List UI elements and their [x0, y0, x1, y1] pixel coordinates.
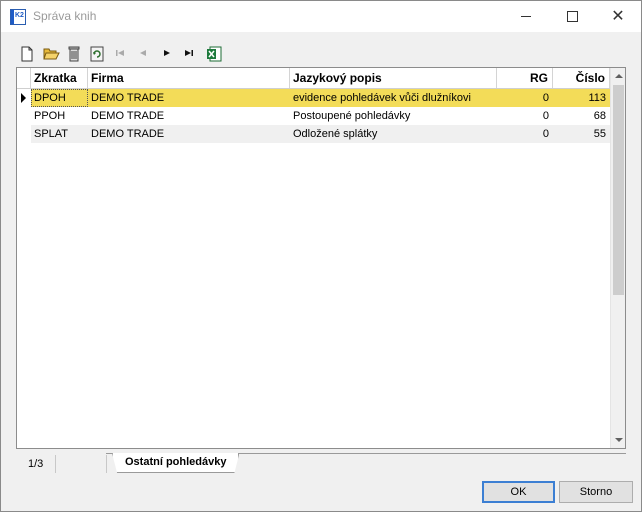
column-header-firma[interactable]: Firma [88, 68, 290, 88]
status-field [56, 455, 107, 473]
scrollbar-thumb[interactable] [613, 85, 624, 295]
cell-rg[interactable]: 0 [497, 125, 553, 143]
cell-cislo[interactable]: 68 [553, 107, 610, 125]
cell-rg[interactable]: 0 [497, 89, 553, 107]
table-row[interactable]: PPOH DEMO TRADE Postoupené pohledávky 0 … [17, 107, 610, 125]
header-indicator-column [17, 68, 31, 88]
record-position: 1/3 [16, 455, 56, 473]
column-header-zkratka[interactable]: Zkratka [31, 68, 88, 88]
minimize-button[interactable] [503, 1, 549, 32]
cell-rg[interactable]: 0 [497, 107, 553, 125]
tab-ostatni-pohledavky[interactable]: Ostatní pohledávky [112, 453, 240, 473]
grid-header: Zkratka Firma Jazykový popis RG Číslo [17, 68, 610, 89]
column-header-cislo[interactable]: Číslo [553, 68, 610, 88]
app-icon: K2 [10, 9, 26, 25]
column-header-popis[interactable]: Jazykový popis [290, 68, 497, 88]
window-title: Správa knih [33, 9, 97, 23]
cancel-button[interactable]: Storno [559, 481, 633, 503]
cell-zkratka[interactable]: DPOH [31, 89, 88, 107]
row-indicator [17, 107, 31, 125]
excel-export-icon[interactable] [205, 45, 223, 63]
app-icon-text: K2 [15, 12, 24, 19]
new-file-icon[interactable] [19, 45, 37, 63]
table-row[interactable]: SPLAT DEMO TRADE Odložené splátky 0 55 [17, 125, 610, 143]
cell-cislo[interactable]: 113 [553, 89, 610, 107]
chevron-down-icon [615, 438, 623, 442]
cell-cislo[interactable]: 55 [553, 125, 610, 143]
chevron-up-icon [615, 74, 623, 78]
delete-icon[interactable] [66, 45, 84, 63]
title-bar: K2 Správa knih ✕ [1, 1, 641, 32]
last-record-icon[interactable] [182, 45, 200, 63]
status-bar: 1/3 Ostatní pohledávky [16, 453, 626, 473]
refresh-icon[interactable] [89, 45, 107, 63]
row-indicator [17, 89, 31, 107]
close-button[interactable]: ✕ [595, 1, 641, 32]
books-grid: Zkratka Firma Jazykový popis RG Číslo DP… [16, 67, 626, 449]
current-row-arrow-icon [21, 93, 26, 103]
scroll-up-button[interactable] [611, 68, 625, 84]
cell-zkratka[interactable]: PPOH [31, 107, 88, 125]
cell-popis[interactable]: Postoupené pohledávky [290, 107, 497, 125]
cell-firma[interactable]: DEMO TRADE [88, 125, 290, 143]
next-record-icon[interactable] [160, 45, 178, 63]
minimize-icon [521, 16, 531, 17]
cell-firma[interactable]: DEMO TRADE [88, 89, 290, 107]
first-record-icon[interactable] [113, 45, 131, 63]
cell-popis[interactable]: evidence pohledávek vůči dlužníkovi [290, 89, 497, 107]
ok-button[interactable]: OK [482, 481, 555, 503]
maximize-button[interactable] [549, 1, 595, 32]
column-header-rg[interactable]: RG [497, 68, 553, 88]
open-folder-icon[interactable] [42, 45, 60, 63]
table-row[interactable]: DPOH DEMO TRADE evidence pohledávek vůči… [17, 89, 610, 107]
scroll-down-button[interactable] [611, 432, 625, 448]
row-indicator [17, 125, 31, 143]
maximize-icon [567, 11, 578, 22]
close-icon: ✕ [611, 8, 625, 25]
book-management-window: K2 Správa knih ✕ Zkratka Firma Jazykový … [0, 0, 642, 512]
previous-record-icon[interactable] [136, 45, 154, 63]
cell-popis[interactable]: Odložené splátky [290, 125, 497, 143]
cell-firma[interactable]: DEMO TRADE [88, 107, 290, 125]
vertical-scrollbar[interactable] [610, 68, 625, 448]
cell-zkratka[interactable]: SPLAT [31, 125, 88, 143]
